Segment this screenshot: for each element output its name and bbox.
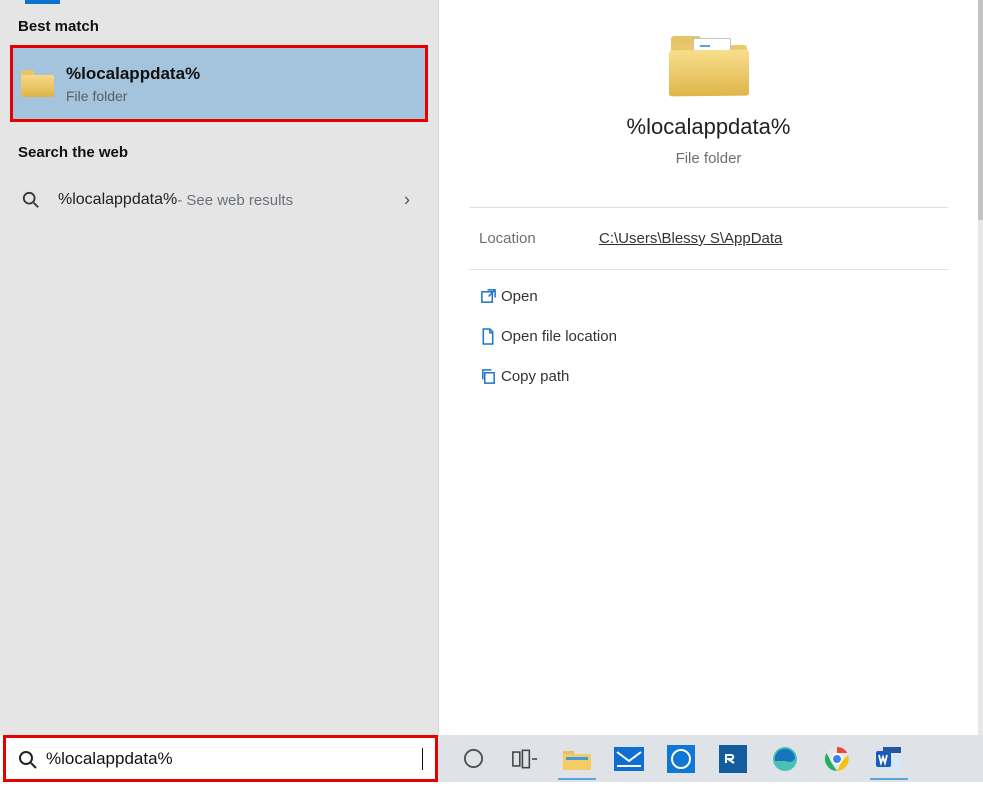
- result-preview-panel: %localappdata% File folder Location C:\U…: [438, 0, 978, 735]
- taskbar-search-box[interactable]: [3, 735, 438, 782]
- chrome-taskbar-icon[interactable]: [814, 737, 860, 780]
- search-results-panel: Best match %localappdata% File folder Se…: [0, 0, 438, 735]
- search-icon: [22, 191, 40, 209]
- cortana-button[interactable]: [450, 737, 496, 780]
- open-action-label: Open: [501, 288, 538, 305]
- search-icon: [18, 750, 36, 768]
- folder-icon: [669, 36, 749, 96]
- realtek-audio-taskbar-icon[interactable]: [710, 737, 756, 780]
- web-result-suffix: - See web results: [177, 192, 293, 209]
- open-location-icon: [475, 328, 501, 345]
- preview-title: %localappdata%: [439, 114, 978, 140]
- folder-icon: [21, 70, 54, 97]
- taskbar: [438, 735, 983, 782]
- search-input[interactable]: [46, 749, 422, 769]
- word-taskbar-icon[interactable]: [866, 737, 912, 780]
- location-label: Location: [479, 230, 599, 247]
- location-link[interactable]: C:\Users\Blessy S\AppData: [599, 230, 782, 247]
- web-search-result[interactable]: %localappdata% - See web results ›: [0, 171, 438, 229]
- open-icon: [475, 288, 501, 305]
- scrollbar-thumb[interactable]: [978, 0, 983, 220]
- edge-taskbar-icon[interactable]: [762, 737, 808, 780]
- best-match-title: %localappdata%: [66, 64, 200, 84]
- web-result-text: %localappdata%: [58, 191, 177, 209]
- mail-taskbar-icon[interactable]: [606, 737, 652, 780]
- copy-path-label: Copy path: [501, 368, 569, 385]
- best-match-section-label: Best match: [0, 0, 438, 45]
- chevron-right-icon: ›: [404, 190, 410, 211]
- search-web-section-label: Search the web: [0, 122, 438, 171]
- open-action[interactable]: Open: [475, 276, 942, 316]
- filter-tab-active-indicator: [25, 0, 60, 4]
- file-explorer-taskbar-icon[interactable]: [554, 737, 600, 780]
- text-caret: [422, 748, 423, 770]
- best-match-result[interactable]: %localappdata% File folder: [10, 45, 428, 122]
- task-view-button[interactable]: [502, 737, 548, 780]
- dell-taskbar-icon[interactable]: [658, 737, 704, 780]
- copy-icon: [475, 368, 501, 385]
- preview-subtitle: File folder: [439, 150, 978, 167]
- best-match-subtitle: File folder: [66, 88, 200, 104]
- copy-path-action[interactable]: Copy path: [475, 356, 942, 396]
- open-file-location-action[interactable]: Open file location: [475, 316, 942, 356]
- open-file-location-label: Open file location: [501, 328, 617, 345]
